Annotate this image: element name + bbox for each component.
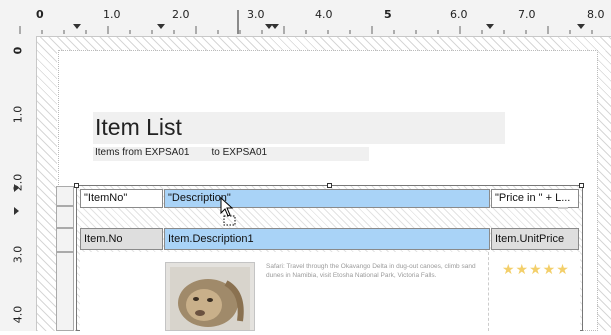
scroll-indicator — [558, 207, 568, 209]
ruler-label-1: 1.0 — [103, 8, 121, 21]
column-marker[interactable] — [577, 24, 585, 29]
ruler-label-5: 5 — [384, 8, 392, 21]
vruler-label-4: 4.0 — [11, 305, 25, 324]
column-marker[interactable] — [271, 24, 279, 29]
row-selector[interactable] — [56, 206, 74, 228]
lion-icon — [170, 267, 250, 330]
ruler-label-7: 7.0 — [518, 8, 536, 21]
ruler-label-0: 0 — [36, 8, 44, 21]
column-marker[interactable] — [486, 24, 494, 29]
row-selector[interactable] — [56, 186, 74, 206]
row-marker[interactable] — [14, 207, 19, 215]
column-divider — [488, 252, 489, 331]
header-cell-description[interactable]: "Description" — [164, 189, 490, 208]
header-cell-price[interactable]: "Price in " + L... — [491, 189, 579, 208]
vruler-label-1: 1.0 — [11, 105, 25, 124]
report-subtitle: Items from EXPSA01 to EXPSA01 — [95, 147, 289, 158]
ruler-label-6: 6.0 — [450, 8, 468, 21]
row-selector[interactable] — [56, 252, 74, 331]
ruler-label-8: 8.0 — [587, 8, 605, 21]
header-cell-itemno[interactable]: "ItemNo" — [80, 189, 163, 208]
detail-cell-description[interactable]: Item.Description1 — [164, 228, 490, 250]
ruler-label-3: 3.0 — [247, 8, 265, 21]
vruler-label-3: 3.0 — [11, 245, 25, 264]
resize-handle[interactable] — [579, 183, 584, 188]
move-cursor-icon — [220, 197, 236, 226]
ruler-label-2: 2.0 — [172, 8, 190, 21]
column-marker[interactable] — [157, 24, 165, 29]
vruler-label-2: 2.0 — [11, 173, 25, 192]
page-margin-hatch — [597, 51, 611, 331]
vruler-label-0: 0 — [11, 46, 25, 55]
row-selector-rail[interactable] — [56, 186, 76, 331]
resize-handle[interactable] — [327, 183, 332, 188]
page-margin-hatch — [37, 51, 57, 331]
row-marker[interactable] — [14, 184, 19, 192]
column-marker[interactable] — [73, 24, 81, 29]
subtitle-to: to EXPSA01 — [211, 147, 268, 158]
rating-stars: ★★★★★ — [502, 261, 570, 277]
horizontal-ruler[interactable]: 0 1.0 2.0 3.0 4.0 5 6.0 7.0 8.0 — [0, 0, 611, 37]
lion-photo-image — [165, 262, 255, 331]
resize-handle[interactable] — [74, 183, 79, 188]
detail-cell-unitprice[interactable]: Item.UnitPrice — [491, 228, 579, 250]
report-title: Item List — [95, 114, 182, 140]
row-selector[interactable] — [56, 228, 74, 252]
detail-cell-itemno[interactable]: Item.No — [80, 228, 163, 250]
ruler-label-4: 4.0 — [315, 8, 333, 21]
vertical-ruler[interactable]: 0 1.0 2.0 3.0 4.0 — [0, 36, 37, 331]
subtitle-from: Items from EXPSA01 — [95, 147, 190, 158]
preview-description: Safari: Travel through the Okavango Delt… — [266, 263, 476, 279]
page-margin-hatch — [37, 37, 611, 51]
